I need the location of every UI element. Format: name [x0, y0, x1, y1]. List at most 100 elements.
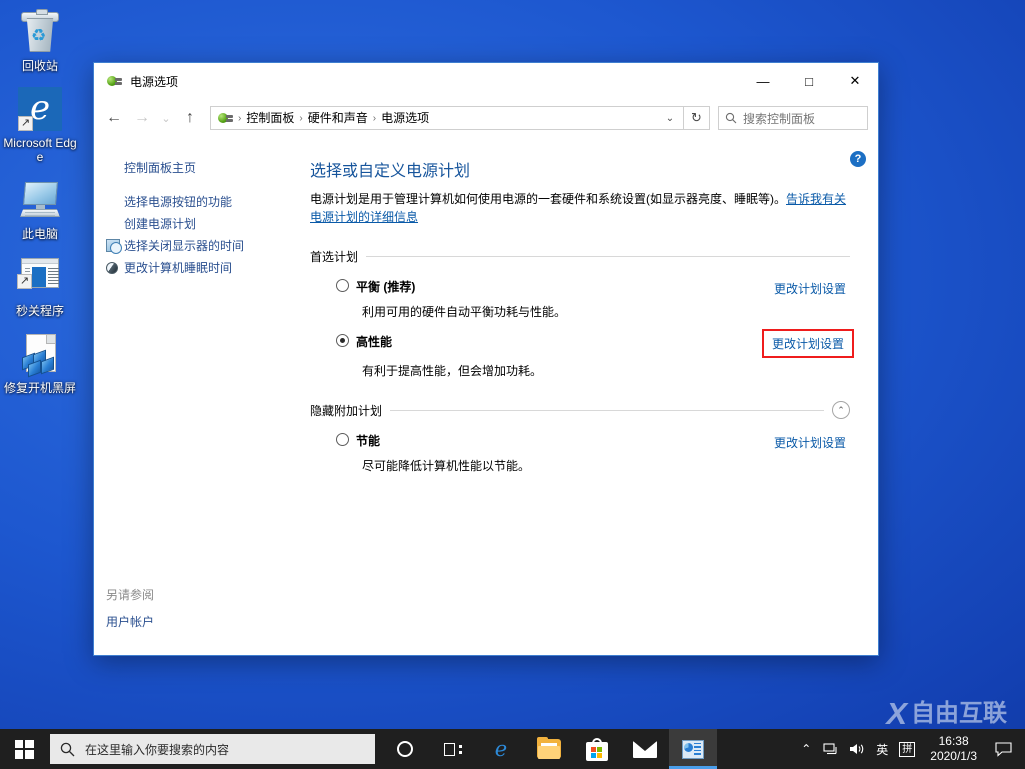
- ime-mode-label: 拼: [899, 741, 916, 757]
- refresh-button[interactable]: ↻: [684, 106, 710, 130]
- change-plan-settings-link-balanced[interactable]: 更改计划设置: [770, 278, 850, 299]
- window-title: 电源选项: [130, 74, 179, 89]
- minimize-button[interactable]: —: [740, 63, 786, 99]
- taskbar-item-file-explorer[interactable]: [525, 729, 573, 769]
- breadcrumb-control-panel[interactable]: 控制面板: [242, 107, 298, 129]
- desktop-icon-fix-black-screen[interactable]: 修复开机黑屏: [0, 330, 80, 395]
- sidebar-item-label: 选择电源按钮的功能: [124, 195, 233, 209]
- group-header: 首选计划: [310, 248, 850, 265]
- change-plan-settings-link-power-saver[interactable]: 更改计划设置: [770, 432, 850, 453]
- see-also-section: 另请参阅 用户帐户: [106, 586, 302, 655]
- breadcrumb-hardware-and-sound[interactable]: 硬件和声音: [304, 107, 372, 129]
- plan-radio-power-saver[interactable]: [336, 433, 349, 446]
- help-icon[interactable]: ?: [850, 151, 866, 167]
- desktop-icon-microsoft-edge[interactable]: e ↗ Microsoft Edge: [0, 85, 80, 164]
- plan-text: 节能: [356, 432, 770, 450]
- windows-logo-icon: [14, 739, 34, 759]
- up-button[interactable]: ↑: [176, 104, 204, 132]
- sidebar-item-choose-power-button-function[interactable]: 选择电源按钮的功能: [106, 191, 302, 213]
- plan-name: 节能: [356, 434, 381, 448]
- taskbar-item-cortana[interactable]: [381, 729, 429, 769]
- back-button[interactable]: ←: [100, 104, 128, 132]
- start-button[interactable]: [0, 729, 48, 769]
- sidebar-item-control-panel-home[interactable]: 控制面板主页: [106, 157, 302, 179]
- desktop-icon-label: Microsoft Edge: [3, 136, 77, 164]
- window-titlebar[interactable]: 电源选项 — □ ✕: [94, 63, 878, 99]
- microsoft-store-icon: [586, 737, 608, 761]
- group-title: 首选计划: [310, 250, 359, 264]
- sidebar-item-label: 用户帐户: [106, 615, 155, 629]
- search-icon: [60, 742, 75, 756]
- search-input[interactable]: 搜索控制面板: [718, 106, 868, 130]
- watermark-text: 自由互联: [911, 699, 1007, 727]
- ime-mode-indicator[interactable]: 拼: [894, 729, 920, 769]
- plan-text: 平衡 (推荐): [356, 278, 770, 296]
- desktop-icon-quick-close-program[interactable]: ↗ 秒关程序: [0, 253, 80, 318]
- main-panel: 选择或自定义电源计划 电源计划是用于管理计算机如何使用电源的一套硬件和系统设置(…: [302, 137, 878, 655]
- hidden-plans-group: 隐藏附加计划 ⌃ 节能 更改计划设置 尽可能降低计算机性能以节能。: [310, 401, 850, 474]
- recycle-bin-icon: ♻: [16, 8, 64, 56]
- watermark: X 自由互联: [886, 698, 1007, 729]
- microsoft-edge-icon: e ↗: [16, 85, 64, 133]
- preferred-plans-group: 首选计划 平衡 (推荐) 更改计划设置 利用可用的硬件自动平衡功耗与性能。 高性…: [310, 248, 854, 379]
- mail-icon: [633, 740, 657, 758]
- taskbar-item-task-view[interactable]: [429, 729, 477, 769]
- task-view-icon: [444, 742, 462, 757]
- maximize-button[interactable]: □: [786, 63, 832, 99]
- plan-description: 尽可能降低计算机性能以节能。: [362, 459, 531, 473]
- clock[interactable]: 16:38 2020/1/3: [920, 729, 987, 769]
- sidebar-item-create-power-plan[interactable]: 创建电源计划: [106, 213, 302, 235]
- page-description-text: 电源计划是用于管理计算机如何使用电源的一套硬件和系统设置(如显示器亮度、睡眠等)…: [310, 192, 786, 206]
- sidebar-item-label: 创建电源计划: [124, 217, 197, 231]
- clock-date: 2020/1/3: [930, 749, 977, 763]
- taskbar-search-input[interactable]: 在这里输入你要搜索的内容: [50, 734, 375, 764]
- chevron-down-icon[interactable]: ⌄: [659, 113, 681, 124]
- taskbar-item-microsoft-store[interactable]: [573, 729, 621, 769]
- desktop-icon-recycle-bin[interactable]: ♻ 回收站: [0, 8, 80, 73]
- file-explorer-icon: [537, 737, 561, 759]
- plan-row-high-performance[interactable]: 高性能 更改计划设置: [310, 329, 854, 358]
- chevron-up-icon[interactable]: ⌃: [832, 401, 850, 419]
- plan-description: 利用可用的硬件自动平衡功耗与性能。: [362, 305, 567, 319]
- microsoft-edge-icon: e: [494, 736, 508, 761]
- sidebar: 控制面板主页 选择电源按钮的功能 创建电源计划 选择关闭显示器的时间 更改计算机…: [94, 137, 302, 655]
- breadcrumb-power-options[interactable]: 电源选项: [377, 107, 433, 129]
- change-plan-settings-link-high-performance[interactable]: 更改计划设置: [761, 329, 854, 358]
- plan-row-power-saver[interactable]: 节能 更改计划设置: [310, 432, 850, 453]
- clock-time: 16:38: [938, 734, 969, 748]
- desktop-icon-label: 此电脑: [21, 227, 58, 241]
- volume-icon[interactable]: [844, 729, 870, 769]
- sidebar-item-change-sleep-time[interactable]: 更改计算机睡眠时间: [106, 257, 302, 279]
- close-button[interactable]: ✕: [832, 63, 878, 99]
- network-icon[interactable]: [818, 729, 844, 769]
- action-center-icon[interactable]: [987, 729, 1019, 769]
- recent-locations-button[interactable]: ⌄: [156, 104, 176, 132]
- desktop-icon-list: ♻ 回收站 e ↗ Microsoft Edge 此电脑 ↗ 秒关程序 修复开机…: [0, 8, 80, 407]
- forward-button[interactable]: →: [128, 104, 156, 132]
- control-panel-icon: [682, 739, 704, 759]
- address-bar[interactable]: › 控制面板 › 硬件和声音 › 电源选项 ⌄: [210, 106, 684, 130]
- show-hidden-icons-button[interactable]: ⌃: [794, 729, 818, 769]
- shortcut-arrow-icon: ↗: [18, 116, 33, 131]
- taskbar-item-control-panel[interactable]: [669, 729, 717, 769]
- cortana-icon: [397, 741, 413, 757]
- desktop-icon-this-pc[interactable]: 此电脑: [0, 176, 80, 241]
- taskbar-item-mail[interactable]: [621, 729, 669, 769]
- plan-text: 高性能: [356, 333, 762, 351]
- sidebar-item-user-accounts[interactable]: 用户帐户: [106, 611, 302, 633]
- desktop-icon-label: 回收站: [21, 59, 58, 73]
- sidebar-item-label: 更改计算机睡眠时间: [124, 261, 233, 275]
- sidebar-item-choose-display-off-time[interactable]: 选择关闭显示器的时间: [106, 235, 302, 257]
- group-title: 隐藏附加计划: [310, 403, 383, 418]
- page-description: 电源计划是用于管理计算机如何使用电源的一套硬件和系统设置(如显示器亮度、睡眠等)…: [310, 190, 850, 226]
- plan-radio-high-performance[interactable]: [336, 334, 349, 347]
- taskbar-item-microsoft-edge[interactable]: e: [477, 729, 525, 769]
- power-plug-icon: [106, 73, 122, 89]
- ime-language-indicator[interactable]: 英: [870, 729, 894, 769]
- plan-name: 高性能: [356, 335, 393, 349]
- power-options-window: 电源选项 — □ ✕ ← → ⌄ ↑ › 控制面板 › 硬件和声音 › 电源选项: [93, 62, 879, 656]
- plan-radio-balanced[interactable]: [336, 279, 349, 292]
- shortcut-arrow-icon: ↗: [17, 274, 32, 289]
- plan-row-balanced[interactable]: 平衡 (推荐) 更改计划设置: [310, 278, 850, 299]
